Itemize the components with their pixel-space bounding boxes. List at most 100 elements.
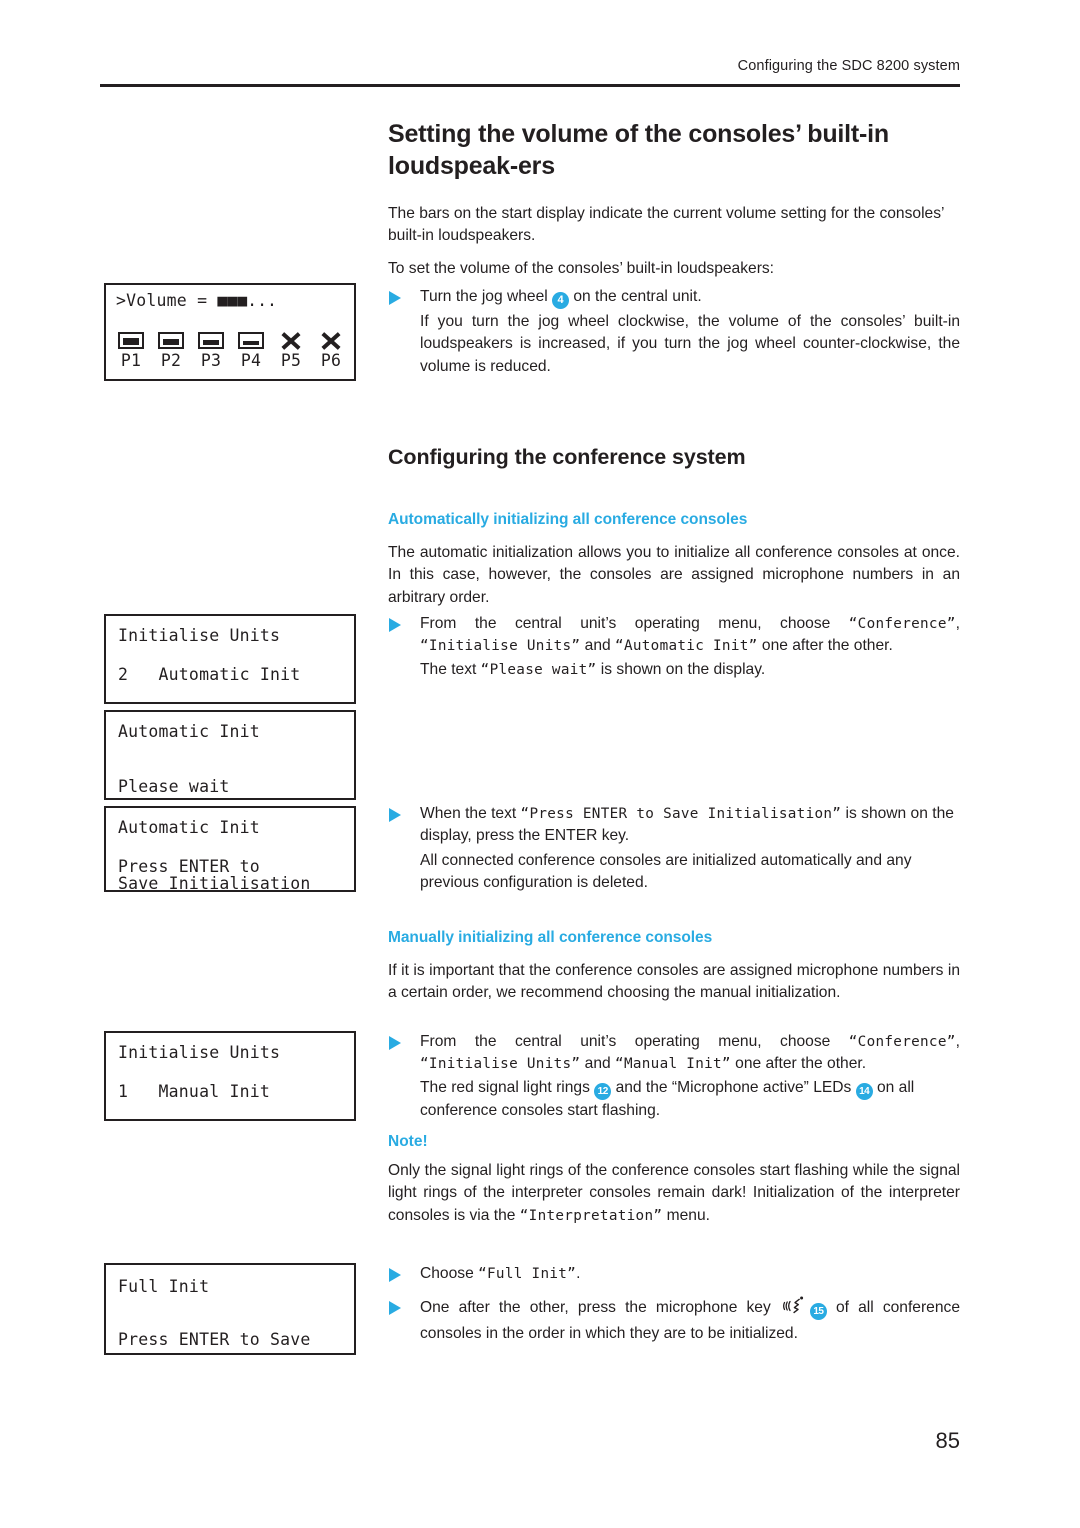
text-frag: One after the other, press the microphon… — [420, 1299, 780, 1316]
page-title: Setting the volume of the consoles’ buil… — [388, 120, 889, 180]
text-frag: From the central unit’s operating menu, … — [420, 1033, 849, 1050]
code-full-init: “Full Init” — [478, 1266, 577, 1282]
code-conference: “Conference” — [848, 1034, 956, 1050]
running-head: Configuring the SDC 8200 system — [737, 58, 960, 74]
lcd-line-2: 2 Automatic Init — [118, 664, 301, 684]
bullet-triangle-icon — [389, 618, 401, 632]
text-frag: When the text — [420, 805, 521, 822]
lcd-line-1: Automatic Init — [118, 818, 260, 837]
callout-badge-12: 12 — [594, 1082, 612, 1100]
lcd-automatic-init-wait: Automatic Init Please wait — [104, 710, 356, 800]
lcd-automatic-init-save: Automatic Init Press ENTER to Save Initi… — [104, 806, 356, 892]
bullet-triangle-icon — [389, 808, 401, 822]
text-frag: one after the other. — [757, 637, 893, 655]
port-cell-p2: P2 — [156, 331, 186, 370]
port-label: P5 — [280, 350, 302, 370]
text-frag: , — [955, 615, 960, 632]
port-cell-p6: P6 — [316, 332, 346, 370]
port-disabled-x-icon — [278, 332, 304, 349]
port-level-icon — [158, 331, 184, 349]
bullet-text: From the central unit’s operating menu, … — [420, 613, 960, 658]
text-frag: and — [580, 637, 616, 655]
text-frag: The text — [420, 660, 481, 678]
bullet-triangle-icon — [389, 1268, 401, 1282]
bullet-subtext: The text “Please wait” is shown on the d… — [420, 659, 960, 681]
bullet-choose-full-init: Choose “Full Init”. — [388, 1263, 960, 1285]
bullet-text: From the central unit’s operating menu, … — [420, 1031, 960, 1076]
lcd-line-2: 1 Manual Init — [118, 1081, 271, 1101]
lcd-volume-display: >Volume = ■■■... P1 P2 P3 P4 P5 P6 — [104, 283, 356, 381]
code-initialise-units: “Initialise Units” — [420, 638, 581, 655]
bullet-subtext: The red signal light rings 12 and the “M… — [420, 1077, 960, 1122]
lcd-port-row: P1 P2 P3 P4 P5 P6 — [106, 331, 354, 370]
lcd-initialise-units-auto: Initialise Units 2 Automatic Init — [104, 614, 356, 704]
code-manual-init: “Manual Init” — [615, 1056, 731, 1073]
text-frag: is shown on the display. — [596, 660, 766, 678]
code-interpretation: “Interpretation” — [519, 1207, 663, 1224]
text-frag: , — [955, 1033, 960, 1050]
text-frag: and — [580, 1055, 616, 1073]
bullet-text: Turn the jog wheel 4 on the central unit… — [420, 286, 960, 309]
lcd-line-1: Automatic Init — [118, 722, 260, 741]
lcd-full-init: Full Init Press ENTER to Save — [104, 1263, 356, 1355]
text-frag: From the central unit’s operating menu, … — [420, 615, 849, 632]
text-frag: . — [576, 1265, 581, 1282]
bullet-detail: If you turn the jog wheel clockwise, the… — [420, 313, 960, 375]
code-automatic-init: “Automatic Init” — [615, 638, 758, 655]
port-label: P1 — [120, 350, 142, 370]
port-label: P4 — [240, 350, 262, 370]
text-frag: and the “Microphone active” LEDs — [611, 1078, 856, 1096]
port-cell-p1: P1 — [116, 331, 146, 370]
bullet-text: When the text “Press ENTER to Save Initi… — [420, 803, 960, 848]
bullet-text-pre: Turn the jog wheel — [420, 288, 553, 305]
bullet-triangle-icon — [389, 291, 401, 305]
code-conference: “Conference” — [848, 616, 956, 632]
bullet-triangle-icon — [389, 1301, 401, 1315]
code-please-wait: “Please wait” — [480, 661, 597, 678]
bullet-text-post: on the central unit. — [569, 288, 702, 305]
auto-init-paragraph: The automatic initialization allows you … — [388, 544, 960, 606]
microphone-key-icon — [782, 1296, 808, 1323]
lcd-line-1: Initialise Units — [118, 626, 281, 645]
port-disabled-x-icon — [318, 332, 344, 349]
code-press-enter-save: “Press ENTER to Save Initialisation” — [520, 806, 842, 822]
subsection-auto-init: Automatically initializing all conferenc… — [388, 511, 748, 528]
bullet-press-enter: When the text “Press ENTER to Save Initi… — [388, 803, 960, 894]
bullet-manual-init-steps: From the central unit’s operating menu, … — [388, 1031, 960, 1122]
note-paragraph: Only the signal light rings of the confe… — [388, 1160, 960, 1227]
volume-bars: ■■■... — [217, 291, 277, 310]
port-level-icon — [238, 331, 264, 349]
port-cell-p4: P4 — [236, 331, 266, 370]
port-level-icon — [198, 331, 224, 349]
manual-init-paragraph: If it is important that the conference c… — [388, 962, 960, 1002]
text-frag: one after the other. — [730, 1055, 867, 1073]
volume-paragraph-2: To set the volume of the consoles’ built… — [388, 260, 775, 277]
port-label: P6 — [320, 350, 342, 370]
port-level-icon — [118, 331, 144, 349]
code-initialise-units: “Initialise Units” — [420, 1056, 581, 1073]
bullet-text: One after the other, press the microphon… — [420, 1296, 960, 1346]
note-label: Note! — [388, 1133, 428, 1150]
bullet-triangle-icon — [389, 1036, 401, 1050]
page-number: 85 — [935, 1428, 960, 1453]
section-title-conference: Configuring the conference system — [388, 445, 746, 469]
text-frag: menu. — [662, 1206, 710, 1224]
lcd-line-3: Save Initialisation — [118, 874, 311, 893]
bullet-turn-jog-wheel: Turn the jog wheel 4 on the central unit… — [388, 286, 960, 378]
bullet-press-microphone-key: One after the other, press the microphon… — [388, 1296, 960, 1346]
bullet-detail: All connected conference consoles are in… — [420, 851, 912, 891]
lcd-line-1: Full Init — [118, 1277, 210, 1296]
port-label: P3 — [200, 350, 222, 370]
lcd-line-2: Press ENTER to — [118, 856, 260, 876]
volume-paragraph-1: The bars on the start display indicate t… — [388, 205, 944, 245]
subsection-manual-init: Manually initializing all conference con… — [388, 929, 713, 946]
lcd-line-2: Press ENTER to Save — [118, 1329, 311, 1349]
callout-badge-4: 4 — [552, 292, 570, 309]
callout-badge-15: 15 — [809, 1303, 827, 1320]
lcd-volume-line1: >Volume = ■■■... — [116, 291, 277, 310]
callout-badge-14: 14 — [855, 1082, 873, 1100]
lcd-initialise-units-manual: Initialise Units 1 Manual Init — [104, 1031, 356, 1121]
lcd-line-2: Please wait — [118, 776, 230, 796]
bullet-auto-init-steps: From the central unit’s operating menu, … — [388, 613, 960, 681]
port-label: P2 — [160, 350, 182, 370]
